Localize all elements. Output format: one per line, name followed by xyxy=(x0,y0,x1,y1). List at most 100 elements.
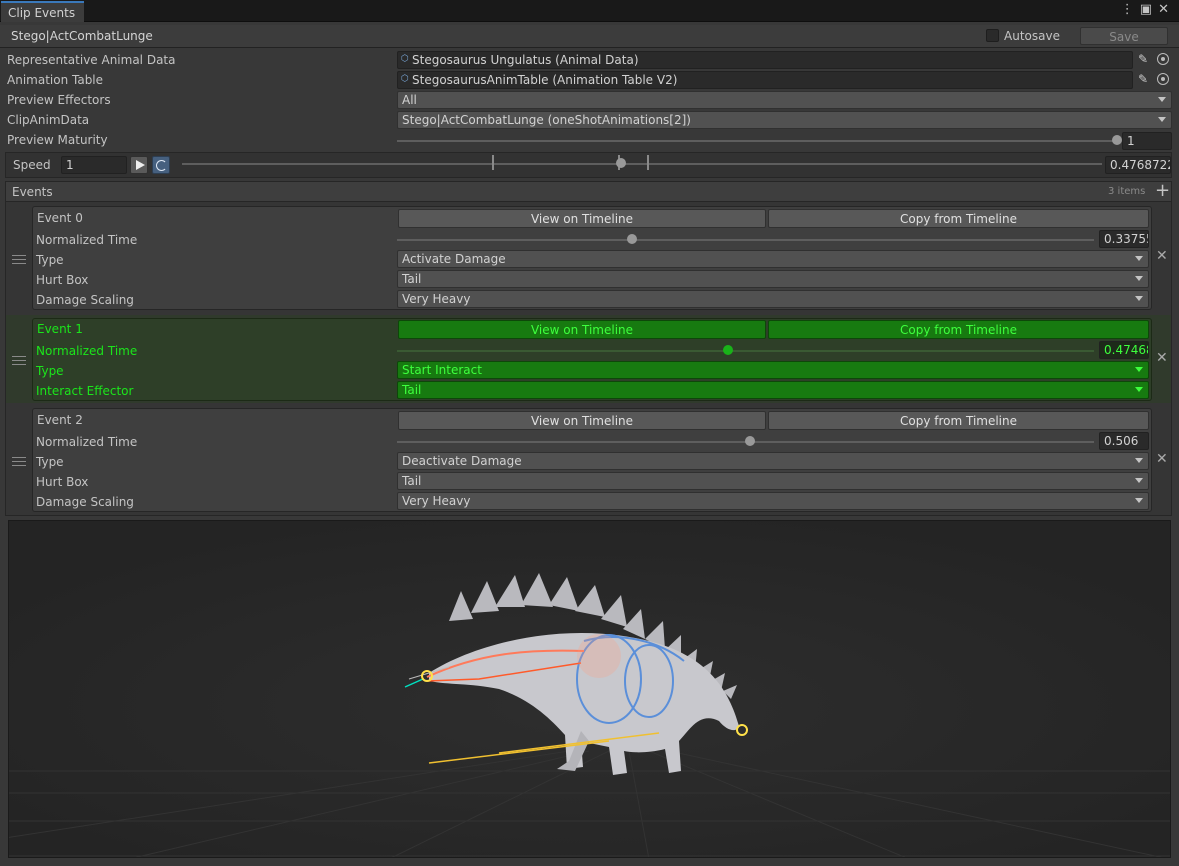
normalized-time-input[interactable]: 0.47468 xyxy=(1099,341,1149,359)
pencil-icon[interactable]: ✎ xyxy=(1138,52,1148,66)
hurt-box-value: Tail xyxy=(402,272,422,286)
hurt-box-label: Hurt Box xyxy=(36,475,89,489)
normalized-time-input[interactable]: 0.33755 xyxy=(1099,230,1149,248)
kebab-menu-icon[interactable]: ⋮ xyxy=(1121,2,1140,17)
event-marker[interactable] xyxy=(646,155,649,170)
copy-from-timeline-button[interactable]: Copy from Timeline xyxy=(768,320,1149,339)
remove-icon[interactable]: ✕ xyxy=(1156,350,1168,366)
effectors-value: All xyxy=(402,93,417,107)
save-button[interactable]: Save xyxy=(1080,27,1168,45)
loop-button[interactable] xyxy=(152,156,170,174)
view-on-timeline-button[interactable]: View on Timeline xyxy=(398,320,766,339)
preview-scene xyxy=(9,521,1170,857)
chevron-down-icon xyxy=(1135,256,1143,261)
clip-name: Stego|ActCombatLunge xyxy=(11,29,153,43)
type-label: Type xyxy=(36,455,64,469)
timeline-track[interactable] xyxy=(182,163,1102,165)
event-title: Event 2 xyxy=(37,413,83,427)
chevron-down-icon xyxy=(1135,498,1143,503)
autosave-label: Autosave xyxy=(1004,29,1060,43)
pencil-icon[interactable]: ✎ xyxy=(1138,72,1148,86)
timeline-playhead[interactable] xyxy=(615,158,626,168)
header-row: Stego|ActCombatLunge Autosave Save xyxy=(0,25,1179,48)
event-title: Event 0 xyxy=(37,211,83,225)
hurt-box-value: Tail xyxy=(402,474,422,488)
damage-scaling-dropdown[interactable]: Very Heavy xyxy=(397,290,1149,308)
event-title: Event 1 xyxy=(37,322,83,336)
interact-effector-value: Tail xyxy=(402,383,422,397)
maturity-slider-handle[interactable] xyxy=(1112,135,1122,145)
normalized-time-input[interactable]: 0.506 xyxy=(1099,432,1149,450)
type-dropdown[interactable]: Start Interact xyxy=(397,361,1149,379)
play-button[interactable] xyxy=(130,156,148,174)
normalized-time-label: Normalized Time xyxy=(36,435,138,449)
hurt-box-dropdown[interactable]: Tail xyxy=(397,472,1149,490)
time-input[interactable]: 0.4768722 xyxy=(1105,156,1171,174)
target-icon[interactable] xyxy=(1157,53,1169,65)
type-dropdown[interactable]: Deactivate Damage xyxy=(397,452,1149,470)
effectors-dropdown[interactable]: All xyxy=(397,91,1172,109)
normalized-time-track[interactable] xyxy=(397,239,1094,241)
maturity-slider-track[interactable] xyxy=(397,140,1117,142)
copy-from-timeline-button[interactable]: Copy from Timeline xyxy=(768,209,1149,228)
view-on-timeline-button[interactable]: View on Timeline xyxy=(398,209,766,228)
chevron-down-icon xyxy=(1135,387,1143,392)
chevron-down-icon xyxy=(1135,458,1143,463)
clipanim-value: Stego|ActCombatLunge (oneShotAnimations[… xyxy=(402,113,691,127)
close-icon[interactable]: ✕ xyxy=(1158,2,1175,17)
drag-handle-icon[interactable] xyxy=(12,457,26,466)
type-value: Activate Damage xyxy=(402,252,506,266)
damage-scaling-label: Damage Scaling xyxy=(36,495,134,509)
window-controls: ⋮▣✕ xyxy=(1121,2,1175,17)
animal-data-field[interactable]: ⬡ Stegosaurus Ungulatus (Animal Data) xyxy=(397,51,1133,69)
normalized-time-label: Normalized Time xyxy=(36,233,138,247)
chevron-down-icon xyxy=(1135,478,1143,483)
prefab-cube-icon: ⬡ xyxy=(401,54,409,64)
damage-scaling-dropdown[interactable]: Very Heavy xyxy=(397,492,1149,510)
normalized-time-label: Normalized Time xyxy=(36,344,138,358)
hurt-box-dropdown[interactable]: Tail xyxy=(397,270,1149,288)
normalized-time-handle[interactable] xyxy=(722,345,733,355)
chevron-down-icon xyxy=(1135,367,1143,372)
drag-handle-icon[interactable] xyxy=(12,356,26,365)
maximize-icon[interactable]: ▣ xyxy=(1140,2,1158,17)
drag-handle-icon[interactable] xyxy=(12,255,26,264)
damage-scaling-value: Very Heavy xyxy=(402,292,471,306)
chevron-down-icon xyxy=(1135,276,1143,281)
anim-table-label: Animation Table xyxy=(7,73,104,87)
maturity-input[interactable]: 1 xyxy=(1122,132,1172,150)
view-on-timeline-button[interactable]: View on Timeline xyxy=(398,411,766,430)
effectors-label: Preview Effectors xyxy=(7,93,111,107)
events-header xyxy=(5,181,1172,202)
autosave-checkbox[interactable] xyxy=(986,29,999,42)
type-dropdown[interactable]: Activate Damage xyxy=(397,250,1149,268)
type-value: Deactivate Damage xyxy=(402,454,522,468)
interact-effector-label: Interact Effector xyxy=(36,384,134,398)
hurt-box-label: Hurt Box xyxy=(36,273,89,287)
remove-icon[interactable]: ✕ xyxy=(1156,248,1168,264)
tab-clip-events[interactable]: Clip Events xyxy=(1,1,84,22)
normalized-time-handle[interactable] xyxy=(744,436,755,446)
clipanim-dropdown[interactable]: Stego|ActCombatLunge (oneShotAnimations[… xyxy=(397,111,1172,129)
events-count: 3 items xyxy=(1108,186,1146,197)
preview-viewport[interactable] xyxy=(8,520,1171,858)
speed-input[interactable]: 1 xyxy=(61,156,127,174)
target-icon[interactable] xyxy=(1157,73,1169,85)
chevron-down-icon xyxy=(1158,97,1166,102)
interact-effector-dropdown[interactable]: Tail xyxy=(397,381,1149,399)
normalized-time-track[interactable] xyxy=(397,350,1094,352)
maturity-label: Preview Maturity xyxy=(7,133,108,147)
type-label: Type xyxy=(36,364,64,378)
window-tabbar: Clip Events ⋮▣✕ xyxy=(0,0,1179,22)
remove-icon[interactable]: ✕ xyxy=(1156,451,1168,467)
anim-table-value: StegosaurusAnimTable (Animation Table V2… xyxy=(412,73,678,87)
anim-table-field[interactable]: ⬡ StegosaurusAnimTable (Animation Table … xyxy=(397,71,1133,89)
type-label: Type xyxy=(36,253,64,267)
events-title: Events xyxy=(12,185,53,199)
type-value: Start Interact xyxy=(402,363,482,377)
chevron-down-icon xyxy=(1135,296,1143,301)
event-marker[interactable] xyxy=(491,155,494,170)
clipanim-label: ClipAnimData xyxy=(7,113,90,127)
copy-from-timeline-button[interactable]: Copy from Timeline xyxy=(768,411,1149,430)
add-icon[interactable]: + xyxy=(1155,181,1170,201)
